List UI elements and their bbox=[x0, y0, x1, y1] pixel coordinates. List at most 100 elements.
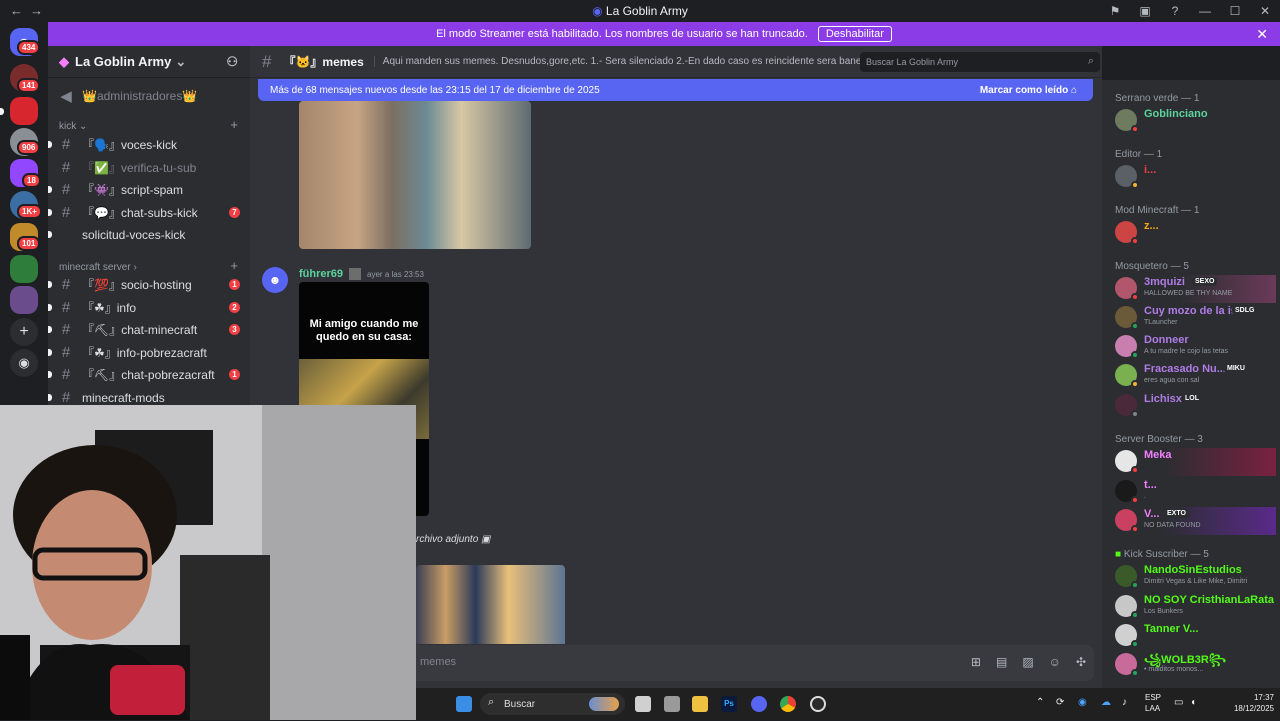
add-channel-icon[interactable]: + bbox=[230, 258, 238, 273]
search-box[interactable]: Buscar La Goblin Army ⌕ bbox=[860, 52, 1100, 72]
tray-icon[interactable]: ☁ bbox=[1101, 697, 1111, 708]
chrome-icon[interactable] bbox=[780, 696, 796, 712]
inbox-icon[interactable]: ▣ bbox=[1130, 4, 1160, 18]
photoshop-icon[interactable]: Ps bbox=[721, 696, 737, 712]
gif-icon[interactable]: ▤ bbox=[996, 655, 1007, 669]
channel-verifica-tu-sub[interactable]: # 『✅』verifica-tu-sub bbox=[56, 157, 244, 178]
server-icon-7[interactable] bbox=[10, 255, 38, 283]
attachment-label: rchivo adjunto ▣ bbox=[416, 534, 491, 545]
add-member-icon[interactable]: ⚇ bbox=[226, 54, 238, 70]
attachment-image[interactable] bbox=[416, 565, 565, 644]
member-status: Dimitri Vegas & Like Mike, Dimitri bbox=[1144, 578, 1248, 585]
member-name: NandoSinEstudios bbox=[1144, 564, 1242, 576]
tray-chevron-icon[interactable]: ⌃ bbox=[1036, 697, 1044, 708]
member-name: Goblinciano bbox=[1144, 108, 1208, 120]
server-header[interactable]: ◆ La Goblin Army ⌄ ⚇ bbox=[48, 46, 250, 78]
taskbar: ⌕ Buscar Ps ⌃ ⟳ ◉ ☁ ♪ ESP LAA ▭ ◖ 17:37 1… bbox=[416, 688, 1280, 720]
channel-chat-subs-kick[interactable]: # 『💬』chat-subs-kick 7 bbox=[48, 202, 244, 223]
server-icon-8[interactable] bbox=[10, 286, 38, 314]
category-kick[interactable]: kick ⌄ bbox=[59, 121, 87, 132]
channel-script-spam[interactable]: # 『👾』script-spam bbox=[48, 179, 244, 200]
help-icon[interactable]: ? bbox=[1160, 4, 1190, 18]
channel-chat-pobrezacraft[interactable]: # 『⛏』chat-pobrezacraft 1 bbox=[48, 364, 244, 385]
minimize-button[interactable]: — bbox=[1190, 4, 1220, 18]
role-icon bbox=[349, 268, 362, 280]
member-item[interactable]: Goblinciano bbox=[1114, 107, 1276, 135]
tray-icon[interactable]: ◉ bbox=[1078, 697, 1087, 708]
member-item[interactable]: Fracasado Nu... MIKU eres agua con sal bbox=[1114, 362, 1276, 390]
channel-administradores[interactable]: ◀ 👑administradores👑 bbox=[56, 85, 244, 106]
channel-info-pobrezacraft[interactable]: # 『☘』info-pobrezacraft bbox=[48, 342, 244, 363]
hash-icon: # bbox=[61, 299, 71, 316]
add-server-icon[interactable]: + bbox=[10, 318, 38, 346]
volume-icon[interactable]: ◖ bbox=[1190, 697, 1196, 708]
member-item[interactable]: t... . bbox=[1114, 478, 1276, 506]
task-view-icon[interactable] bbox=[635, 696, 651, 712]
close-icon[interactable]: ✕ bbox=[1256, 26, 1268, 43]
member-item[interactable]: Donneer A tu madre le cojo las tetas bbox=[1114, 333, 1276, 361]
mark-as-read-button[interactable]: Marcar como leído ⌂ bbox=[980, 85, 1077, 96]
member-item[interactable]: z... bbox=[1114, 219, 1276, 247]
network-icon[interactable]: ▭ bbox=[1174, 697, 1183, 708]
unread-pip bbox=[48, 209, 52, 216]
channel-socio-hosting[interactable]: # 『💯』socio-hosting 1 bbox=[48, 274, 244, 295]
hash-icon: # bbox=[61, 181, 71, 198]
disable-streamer-button[interactable]: Deshabilitar bbox=[817, 26, 892, 42]
clock[interactable]: 17:37 18/12/2025 bbox=[1234, 692, 1274, 714]
member-name: Lichisx bbox=[1144, 393, 1182, 405]
member-item[interactable]: 3mquizi SEXO HALLOWED BE THY NAME bbox=[1114, 275, 1276, 303]
hash-icon: # bbox=[61, 344, 71, 361]
taskbar-search[interactable]: ⌕ Buscar bbox=[480, 693, 625, 715]
close-window-button[interactable]: ✕ bbox=[1250, 4, 1280, 18]
member-item[interactable]: Meka bbox=[1114, 448, 1276, 476]
channel-chat-minecraft[interactable]: # 『⛏』chat-minecraft 3 bbox=[48, 319, 244, 340]
category-minecraft-server[interactable]: minecraft server › bbox=[59, 262, 137, 273]
member-item[interactable]: i... bbox=[1114, 163, 1276, 191]
input-language[interactable]: ESP LAA bbox=[1145, 692, 1161, 714]
channel-solicitud-voces-kick[interactable]: solicitud-voces-kick bbox=[48, 224, 244, 245]
server-icon-2[interactable] bbox=[10, 97, 38, 125]
gift-icon[interactable]: ⊞ bbox=[971, 655, 981, 669]
add-channel-icon[interactable]: + bbox=[230, 117, 238, 132]
app-icon[interactable] bbox=[664, 696, 680, 712]
message-input[interactable]: memes bbox=[420, 656, 456, 668]
apps-icon[interactable]: ✣ bbox=[1076, 655, 1086, 669]
member-item[interactable]: NO SOY CristhianLaRata Los Bunkers bbox=[1114, 593, 1276, 621]
role-header: Server Booster — 3 bbox=[1115, 434, 1203, 445]
server-icon: ◉ bbox=[592, 4, 603, 18]
member-item[interactable]: NandoSinEstudios Dimitri Vegas & Like Mi… bbox=[1114, 563, 1276, 591]
sticker-icon[interactable]: ▨ bbox=[1022, 655, 1033, 669]
search-input[interactable]: Buscar La Goblin Army bbox=[866, 57, 958, 67]
member-item[interactable]: ꧁WOLB3R꧂ • malditos monos... bbox=[1114, 651, 1276, 679]
attachment-image[interactable] bbox=[299, 101, 531, 249]
file-explorer-icon[interactable] bbox=[692, 696, 708, 712]
maximize-button[interactable]: ☐ bbox=[1220, 4, 1250, 18]
channel-voces-kick[interactable]: # 『🗣️』voces-kick bbox=[48, 134, 244, 155]
search-icon: ⌕ bbox=[1087, 55, 1094, 67]
channel-info[interactable]: # 『☘』info 2 bbox=[48, 297, 244, 318]
status-dot bbox=[1131, 611, 1139, 619]
emoji-icon[interactable]: ☺ bbox=[1049, 655, 1061, 669]
status-dot bbox=[1131, 322, 1139, 330]
member-item[interactable]: Cuy mozo de la is... SDLG TLauncher bbox=[1114, 304, 1276, 332]
status-dot bbox=[1131, 351, 1139, 359]
member-item[interactable]: Lichisx LOL bbox=[1114, 392, 1276, 420]
microphone-icon[interactable]: ♪ bbox=[1122, 697, 1127, 708]
avatar[interactable]: ☻ bbox=[262, 267, 288, 293]
channel-topic[interactable]: Aqui manden sus memes. Desnudos,gore,etc… bbox=[373, 56, 878, 67]
message-author[interactable]: führer69 bbox=[299, 268, 343, 280]
explore-icon[interactable]: ◉ bbox=[10, 349, 38, 377]
status-dot bbox=[1131, 410, 1139, 418]
server-badge-3: 906 bbox=[17, 140, 41, 155]
member-item[interactable]: V... EXTO NO DATA FOUND bbox=[1114, 507, 1276, 535]
streamer-mode-banner: El modo Streamer está habilitado. Los no… bbox=[48, 22, 1280, 46]
discord-taskbar-icon[interactable] bbox=[751, 696, 767, 712]
new-messages-bar[interactable]: Más de 68 mensajes nuevos desde las 23:1… bbox=[258, 79, 1093, 101]
obs-icon[interactable] bbox=[810, 696, 826, 712]
flag-icon[interactable]: ⚑ bbox=[1100, 4, 1130, 18]
tray-icon[interactable]: ⟳ bbox=[1056, 697, 1064, 708]
role-header: Mosquetero — 5 bbox=[1115, 261, 1189, 272]
status-dot bbox=[1131, 466, 1139, 474]
start-button-icon[interactable] bbox=[456, 696, 472, 712]
member-item[interactable]: Tanner V... bbox=[1114, 622, 1276, 650]
